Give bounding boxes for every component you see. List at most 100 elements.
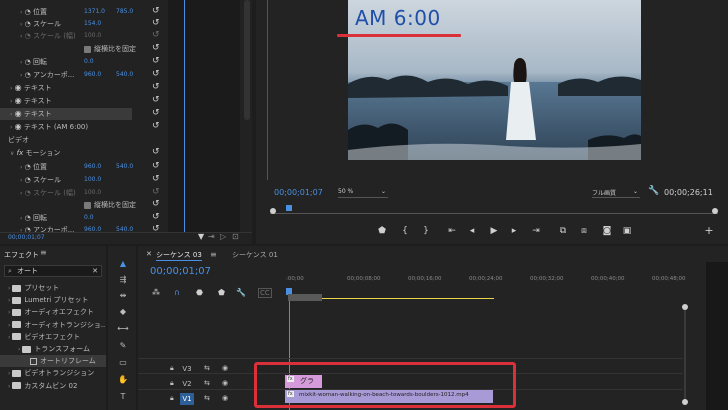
- effects-search-input[interactable]: ⌕ オート ✕: [4, 265, 102, 277]
- text-layer-row[interactable]: › ◉ テキスト: [10, 82, 52, 94]
- expand-icon[interactable]: ›: [20, 21, 22, 28]
- snap-icon[interactable]: ∩: [174, 288, 180, 297]
- property-value-1[interactable]: 0.0: [84, 214, 94, 221]
- reset-icon[interactable]: ↺: [152, 82, 160, 92]
- scrub-start-handle[interactable]: [270, 208, 276, 214]
- reset-icon[interactable]: ↺: [152, 108, 160, 118]
- track-target[interactable]: V3: [180, 363, 194, 375]
- property-value-1[interactable]: 960.0: [84, 71, 101, 78]
- reset-icon[interactable]: ↺: [152, 43, 160, 53]
- stopwatch-icon[interactable]: ◔: [25, 32, 31, 40]
- effects-tree-item[interactable]: › プリセット: [8, 282, 59, 294]
- effects-tree-item[interactable]: › オーディオエフェクト: [8, 306, 94, 318]
- reset-icon[interactable]: ↺: [152, 174, 160, 184]
- stopwatch-icon[interactable]: ◔: [25, 176, 31, 184]
- playhead-marker[interactable]: [286, 205, 292, 211]
- track-target[interactable]: V1: [180, 393, 194, 405]
- reset-icon[interactable]: ↺: [152, 6, 160, 16]
- sync-lock-icon[interactable]: ⇆: [204, 364, 210, 372]
- property-row[interactable]: › ◔ スケール (幅): [20, 187, 76, 199]
- effects-tree-item[interactable]: › Lumetri プリセット: [8, 294, 88, 306]
- effect-controls-timecode[interactable]: 00;00;01;07: [8, 234, 45, 241]
- lock-icon[interactable]: 🔒︎: [170, 394, 174, 403]
- linked-selection-icon[interactable]: ⬣: [196, 288, 203, 297]
- rectangle-tool-icon[interactable]: ▭: [116, 357, 130, 369]
- track-header-v3[interactable]: 🔒︎ V3 ⇆ ◉: [138, 362, 254, 376]
- timeline-timecode[interactable]: 00;00;01;07: [150, 266, 211, 277]
- eye-icon[interactable]: ◉: [222, 394, 228, 402]
- stopwatch-icon[interactable]: ◔: [25, 189, 31, 197]
- go-to-out-icon[interactable]: ⇥: [529, 225, 543, 237]
- reset-icon[interactable]: ↺: [152, 30, 160, 40]
- property-value-1[interactable]: 0.0: [84, 58, 94, 65]
- scrub-end-handle[interactable]: [712, 208, 718, 214]
- in-point-icon[interactable]: {: [398, 225, 412, 237]
- camera-icon[interactable]: ◙: [600, 225, 614, 237]
- loop-icon[interactable]: ⊡: [232, 232, 239, 241]
- lock-icon[interactable]: 🔒︎: [170, 364, 174, 373]
- stopwatch-icon[interactable]: ◔: [25, 58, 31, 66]
- menu-icon[interactable]: ≡: [210, 250, 217, 259]
- eye-icon[interactable]: ◉: [15, 96, 22, 105]
- effects-tree-item[interactable]: › カスタムビン 02: [8, 380, 77, 392]
- effects-panel-title[interactable]: エフェクト: [4, 250, 39, 260]
- scrollbar[interactable]: [244, 0, 250, 120]
- property-row[interactable]: › ◔ 位置: [20, 161, 47, 173]
- property-row[interactable]: › ◔ 回転: [20, 56, 47, 68]
- property-value-1[interactable]: 1371.0: [84, 8, 105, 15]
- track-select-tool-icon[interactable]: ⇶: [116, 274, 130, 286]
- captions-icon[interactable]: CC: [258, 288, 272, 298]
- clear-icon[interactable]: ✕: [92, 266, 98, 276]
- stopwatch-icon[interactable]: ◔: [25, 214, 31, 222]
- eye-icon[interactable]: ◉: [15, 83, 22, 92]
- stopwatch-icon[interactable]: ◔: [25, 71, 31, 79]
- effects-tree-item[interactable]: › オーディオトランジショ...: [8, 319, 106, 331]
- tab-sequence-03[interactable]: シーケンス 03: [156, 250, 202, 261]
- type-tool-icon[interactable]: T: [116, 391, 130, 403]
- slip-tool-icon[interactable]: ⟷: [116, 323, 130, 335]
- reset-icon[interactable]: ↺: [152, 187, 160, 197]
- play-audio-icon[interactable]: ▷: [220, 232, 226, 241]
- overwrite-icon[interactable]: ⧈: [577, 225, 591, 237]
- reset-icon[interactable]: ↺: [152, 56, 160, 66]
- reset-icon[interactable]: ↺: [152, 212, 160, 222]
- track-target[interactable]: V2: [180, 378, 194, 390]
- stopwatch-icon[interactable]: ◔: [25, 163, 31, 171]
- quality-select[interactable]: フル画質 ⌄: [592, 188, 640, 198]
- property-row[interactable]: › ◔ 回転: [20, 212, 47, 224]
- razor-tool-icon[interactable]: ◆: [116, 306, 130, 318]
- text-layer-row[interactable]: › ◉ テキスト (AM 6:00): [10, 121, 88, 133]
- filter-icon[interactable]: ▼: [198, 232, 204, 241]
- selection-tool-icon[interactable]: ▲: [116, 258, 130, 270]
- property-value-2[interactable]: 785.0: [116, 8, 133, 15]
- menu-icon[interactable]: ≡: [40, 248, 47, 257]
- eye-icon[interactable]: ◉: [15, 122, 22, 131]
- go-to-in-icon[interactable]: ⇤: [445, 225, 459, 237]
- property-value-2[interactable]: 540.0: [116, 71, 133, 78]
- export-icon[interactable]: ⇥: [208, 232, 215, 241]
- reset-icon[interactable]: ↺: [152, 161, 160, 171]
- expand-icon[interactable]: ›: [20, 164, 22, 171]
- effects-tree-item[interactable]: オートリフレーム: [30, 355, 96, 367]
- text-layer-row-selected[interactable]: › ◉ テキスト: [10, 108, 52, 120]
- insert-icon[interactable]: ⧉: [556, 225, 570, 237]
- reset-icon[interactable]: ↺: [152, 95, 160, 105]
- eye-icon[interactable]: ◉: [15, 109, 22, 118]
- step-forward-icon[interactable]: ▸: [507, 225, 521, 237]
- add-marker-icon[interactable]: ⬟: [218, 288, 225, 297]
- add-button-icon[interactable]: +: [702, 225, 716, 237]
- expand-icon[interactable]: ›: [20, 33, 22, 40]
- stopwatch-icon[interactable]: ◔: [25, 20, 31, 28]
- uniform-scale-row[interactable]: 縦横比を固定: [84, 43, 136, 55]
- property-row[interactable]: › ◔ スケール: [20, 18, 61, 30]
- uniform-scale-row-2[interactable]: 縦横比を固定: [84, 199, 136, 211]
- property-value-1[interactable]: 154.0: [84, 20, 101, 27]
- effect-controls-mini-timeline[interactable]: [168, 0, 240, 232]
- wrench-icon[interactable]: 🔧: [236, 288, 246, 297]
- marker-icon[interactable]: ⬟: [375, 225, 389, 237]
- text-layer-row[interactable]: › ◉ テキスト: [10, 95, 52, 107]
- expand-icon[interactable]: ›: [20, 177, 22, 184]
- out-point-icon[interactable]: }: [419, 225, 433, 237]
- sync-lock-icon[interactable]: ⇆: [204, 379, 210, 387]
- scroll-handle-bottom[interactable]: [682, 399, 688, 405]
